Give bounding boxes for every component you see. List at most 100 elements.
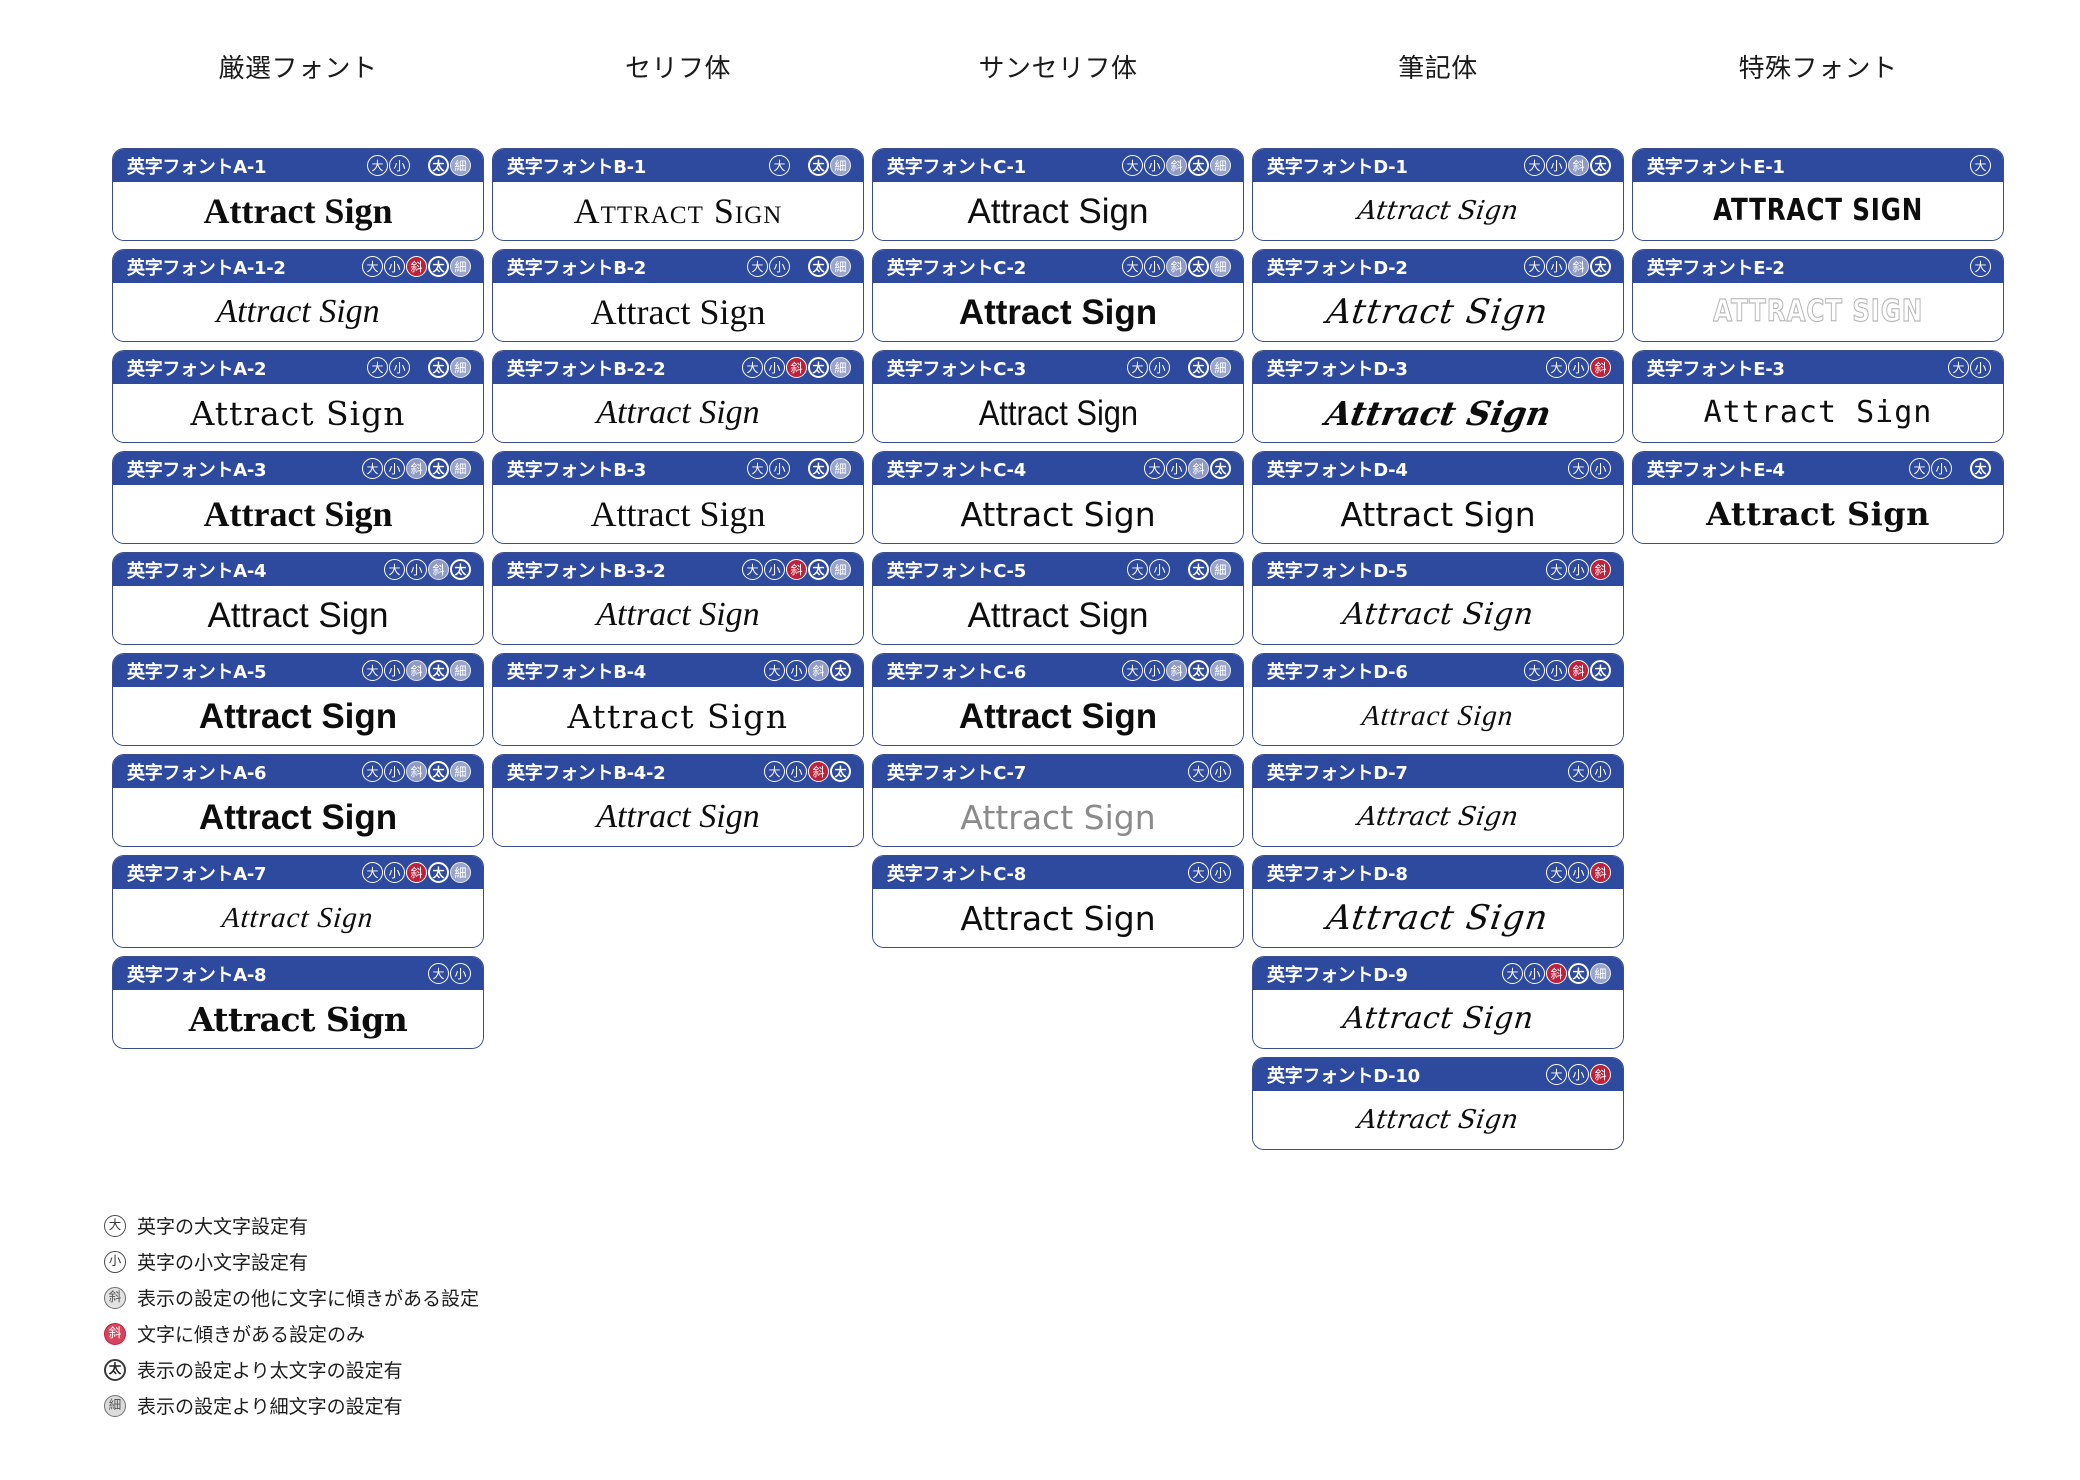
font-card[interactable]: 英字フォントE-1 大 ATTRACT SIGN [1632,148,2004,241]
badge-dai-icon: 大 [1127,559,1148,580]
font-card-badges: 大小 [1568,761,1611,782]
font-card[interactable]: 英字フォントC-7 大小 Attract Sign [872,754,1244,847]
badge-dai-icon: 大 [367,357,388,378]
font-sample-text: ATTRACT SIGN [1712,294,1924,329]
font-card[interactable]: 英字フォントE-2 大 ATTRACT SIGN [1632,249,2004,342]
font-sample-text: Attract Sign [596,394,760,431]
font-card-id: 英字フォントE-1 [1647,156,1785,178]
font-card-badges: 大小 [1568,458,1611,479]
font-card[interactable]: 英字フォントB-2-2 大小斜太細 Attract Sign [492,350,864,443]
font-card-header: 英字フォントC-5 大小太細 [873,553,1243,586]
font-card-header: 英字フォントD-5 大小斜 [1253,553,1623,586]
legend-badge-dai-icon: 大 [104,1214,126,1237]
font-card[interactable]: 英字フォントD-7 大小 Attract Sign [1252,754,1624,847]
font-card-badges: 大小斜 [1546,862,1611,883]
font-card[interactable]: 英字フォントD-5 大小斜 Attract Sign [1252,552,1624,645]
badge-sho-icon: 小 [1568,862,1589,883]
badge-naname-red-icon: 斜 [1590,559,1611,580]
font-card[interactable]: 英字フォントD-3 大小斜 Attract Sign [1252,350,1624,443]
font-card-id: 英字フォントC-7 [887,762,1026,784]
badge-hoso-icon: 細 [830,256,851,277]
font-card[interactable]: 英字フォントD-8 大小斜 Attract Sign [1252,855,1624,948]
font-card-id: 英字フォントD-3 [1267,358,1408,380]
badge-sho-icon: 小 [769,458,790,479]
font-card[interactable]: 英字フォントC-4 大小斜太 Attract Sign [872,451,1244,544]
font-card-badges: 大小斜太 [1144,458,1231,479]
badge-futo-icon: 太 [808,458,829,479]
badge-naname-red-icon: 斜 [786,559,807,580]
font-card-header: 英字フォントB-2 大小太細 [493,250,863,283]
badge-naname-red-icon: 斜 [406,862,427,883]
font-card[interactable]: 英字フォントB-1 大太細 Attract Sign [492,148,864,241]
badge-sho-icon: 小 [1144,155,1165,176]
font-card[interactable]: 英字フォントB-4-2 大小斜太 Attract Sign [492,754,864,847]
font-card[interactable]: 英字フォントC-3 大小太細 Attract Sign [872,350,1244,443]
font-card-id: 英字フォントA-7 [127,863,267,885]
font-card-header: 英字フォントA-3 大小斜太細 [113,452,483,485]
font-card-badges: 大小斜太 [764,761,851,782]
font-card-id: 英字フォントC-2 [887,257,1026,279]
font-card-id: 英字フォントA-2 [127,358,267,380]
badge-dai-icon: 大 [1909,458,1930,479]
badge-futo-icon: 太 [1188,660,1209,681]
font-card[interactable]: 英字フォントA-4 大小斜太 Attract Sign [112,552,484,645]
font-card[interactable]: 英字フォントC-8 大小 Attract Sign [872,855,1244,948]
font-card-body: Attract Sign [113,182,483,240]
font-card-badges: 大小斜太 [764,660,851,681]
font-card-header: 英字フォントB-3-2 大小斜太細 [493,553,863,586]
font-card[interactable]: 英字フォントB-3 大小太細 Attract Sign [492,451,864,544]
font-card[interactable]: 英字フォントA-1 大小太細 Attract Sign [112,148,484,241]
font-card-id: 英字フォントB-4 [507,661,647,683]
font-card-id: 英字フォントB-2-2 [507,358,666,380]
font-card[interactable]: 英字フォントA-6 大小斜太細 Attract Sign [112,754,484,847]
font-card[interactable]: 英字フォントD-1 大小斜太 Attract Sign [1252,148,1624,241]
font-sample-text: Attract Sign [596,798,760,835]
badge-dai-icon: 大 [1970,155,1991,176]
font-card-id: 英字フォントC-4 [887,459,1026,481]
font-card-badges: 大小斜太 [1524,256,1611,277]
font-sample-text: Attract Sign [1324,292,1552,332]
font-card[interactable]: 英字フォントE-4 大小太 Attract Sign [1632,451,2004,544]
badge-hoso-icon: 細 [1210,559,1231,580]
badge-hoso-icon: 細 [450,458,471,479]
font-card[interactable]: 英字フォントA-3 大小斜太細 Attract Sign [112,451,484,544]
font-card[interactable]: 英字フォントC-2 大小斜太細 Attract Sign [872,249,1244,342]
font-card[interactable]: 英字フォントC-6 大小斜太細 Attract Sign [872,653,1244,746]
font-card-id: 英字フォントD-8 [1267,863,1408,885]
font-card[interactable]: 英字フォントA-2 大小太細 Attract Sign [112,350,484,443]
font-card-badges: 大小斜太 [384,559,471,580]
font-card[interactable]: 英字フォントE-3 大小 Attract Sign [1632,350,2004,443]
font-card[interactable]: 英字フォントD-10 大小斜 Attract Sign [1252,1057,1624,1150]
badge-dai-icon: 大 [384,559,405,580]
font-card[interactable]: 英字フォントB-4 大小斜太 Attract Sign [492,653,864,746]
font-card[interactable]: 英字フォントA-1-2 大小斜太細 Attract Sign [112,249,484,342]
font-card-header: 英字フォントC-4 大小斜太 [873,452,1243,485]
font-card-badges: 大小斜太細 [1502,963,1611,984]
badge-futo-icon: 太 [428,761,449,782]
font-card-body: ATTRACT SIGN [1633,283,2003,341]
font-card[interactable]: 英字フォントC-1 大小斜太細 Attract Sign [872,148,1244,241]
font-card[interactable]: 英字フォントD-6 大小斜太 Attract Sign [1252,653,1624,746]
font-card-body: Attract Sign [873,485,1243,543]
badge-sho-icon: 小 [389,357,410,378]
font-card-id: 英字フォントC-6 [887,661,1026,683]
font-card[interactable]: 英字フォントB-3-2 大小斜太細 Attract Sign [492,552,864,645]
font-card[interactable]: 英字フォントC-5 大小太細 Attract Sign [872,552,1244,645]
font-card-id: 英字フォントD-1 [1267,156,1408,178]
font-card-header: 英字フォントB-4-2 大小斜太 [493,755,863,788]
badge-futo-icon: 太 [808,256,829,277]
badge-naname-icon: 斜 [406,458,427,479]
font-card[interactable]: 英字フォントD-9 大小斜太細 Attract Sign [1252,956,1624,1049]
badge-naname-icon: 斜 [428,559,449,580]
font-card[interactable]: 英字フォントD-4 大小 Attract Sign [1252,451,1624,544]
badge-dai-icon: 大 [1127,357,1148,378]
badge-dai-icon: 大 [1188,761,1209,782]
badge-hoso-icon: 細 [450,660,471,681]
font-card-body: Attract Sign [493,384,863,442]
font-card[interactable]: 英字フォントA-5 大小斜太細 Attract Sign [112,653,484,746]
badge-dai-icon: 大 [1546,357,1567,378]
font-card[interactable]: 英字フォントA-7 大小斜太細 Attract Sign [112,855,484,948]
font-card[interactable]: 英字フォントD-2 大小斜太 Attract Sign [1252,249,1624,342]
font-card[interactable]: 英字フォントB-2 大小太細 Attract Sign [492,249,864,342]
font-card[interactable]: 英字フォントA-8 大小 Attract Sign [112,956,484,1049]
